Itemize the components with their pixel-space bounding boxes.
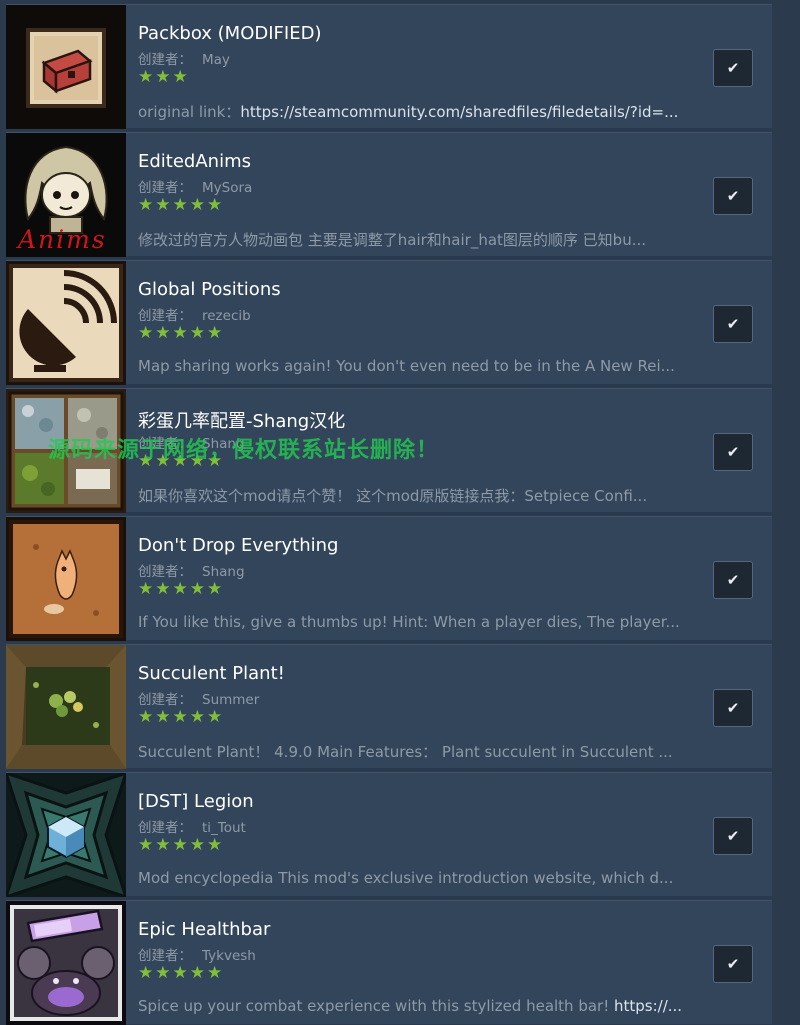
blue-gem-icon [6, 773, 126, 897]
enabled-checkbox[interactable]: ✔ [713, 817, 753, 855]
author-line: 创建者： Summer [138, 688, 259, 708]
mod-row[interactable]: 彩蛋几率配置-Shang汉化 创建者： Shang ★★★★★ 如果你喜欢这个mo… [6, 388, 772, 513]
author-line: 创建者： MySora [138, 176, 252, 196]
rating-stars: ★★★ [138, 67, 190, 87]
anims-character-icon: Anims [6, 133, 126, 257]
setpiece-grid-icon [6, 389, 126, 513]
author-line: 创建者： Shang [138, 560, 245, 580]
rating-stars: ★★★★★ [138, 579, 225, 599]
mod-description: Spice up your combat experience with thi… [138, 997, 700, 1015]
mod-row[interactable]: Epic Healthbar 创建者： Tykvesh ★★★★★ Spice u… [6, 900, 772, 1025]
author-line: 创建者： Tykvesh [138, 944, 256, 964]
enabled-checkbox[interactable]: ✔ [713, 689, 753, 727]
rating-stars: ★★★★★ [138, 835, 225, 855]
description-prefix: Spice up your combat experience with thi… [138, 997, 614, 1015]
mod-row[interactable]: Don't Drop Everything 创建者： Shang ★★★★★ If… [6, 516, 772, 641]
mod-title[interactable]: Global Positions [138, 279, 281, 300]
checkmark-icon: ✔ [726, 443, 740, 461]
succulent-plant-icon [6, 645, 126, 769]
author-name[interactable]: rezecib [202, 308, 251, 324]
checkmark-icon: ✔ [726, 59, 740, 77]
author-prefix: 创建者： [138, 564, 192, 580]
enabled-checkbox[interactable]: ✔ [713, 433, 753, 471]
author-line: 创建者： May [138, 48, 230, 68]
mod-description: Map sharing works again! You don't even … [138, 357, 675, 375]
rating-stars: ★★★★★ [138, 195, 225, 215]
rating-stars: ★★★★★ [138, 707, 225, 727]
mod-description: Mod encyclopedia This mod's exclusive in… [138, 869, 674, 887]
description-link[interactable]: https://... [614, 997, 682, 1015]
checkmark-icon: ✔ [726, 571, 740, 589]
rating-stars: ★★★★★ [138, 323, 225, 343]
monster-healthbar-icon [6, 901, 126, 1025]
author-prefix: 创建者： [138, 436, 192, 452]
mod-title[interactable]: EditedAnims [138, 151, 251, 172]
mod-title[interactable]: Don't Drop Everything [138, 535, 339, 556]
mod-description: Succulent Plant！ 4.9.0 Main Features： Pl… [138, 743, 673, 761]
enabled-checkbox[interactable]: ✔ [713, 177, 753, 215]
checkmark-icon: ✔ [726, 315, 740, 333]
author-prefix: 创建者： [138, 52, 192, 68]
rating-stars: ★★★★★ [138, 963, 225, 983]
mod-row[interactable]: Anims EditedAnims 创建者： MySora ★★★★★ 修改过的官… [6, 132, 772, 257]
checkmark-icon: ✔ [726, 827, 740, 845]
mod-title[interactable]: Packbox (MODIFIED) [138, 23, 321, 44]
author-line: 创建者： ti_Tout [138, 816, 246, 836]
mod-row[interactable]: Packbox (MODIFIED) 创建者： May ★★★ original … [6, 4, 772, 129]
enabled-checkbox[interactable]: ✔ [713, 49, 753, 87]
anims-logo-text: Anims [18, 225, 107, 254]
author-name[interactable]: Shang [202, 436, 245, 452]
satellite-dish-icon [6, 261, 126, 385]
enabled-checkbox[interactable]: ✔ [713, 561, 753, 599]
description-prefix: original link： [138, 103, 241, 121]
mod-row[interactable]: [DST] Legion 创建者： ti_Tout ★★★★★ Mod encyc… [6, 772, 772, 897]
author-prefix: 创建者： [138, 820, 192, 836]
author-prefix: 创建者： [138, 692, 192, 708]
checkmark-icon: ✔ [726, 187, 740, 205]
author-prefix: 创建者： [138, 948, 192, 964]
author-prefix: 创建者： [138, 180, 192, 196]
author-name[interactable]: May [202, 52, 230, 68]
red-chest-icon [6, 5, 126, 129]
author-line: 创建者： Shang [138, 432, 245, 452]
checkmark-icon: ✔ [726, 955, 740, 973]
mod-title[interactable]: Succulent Plant! [138, 663, 285, 684]
mod-title[interactable]: [DST] Legion [138, 791, 254, 812]
mod-row[interactable]: Global Positions 创建者： rezecib ★★★★★ Map s… [6, 260, 772, 385]
author-name[interactable]: Summer [202, 692, 259, 708]
rating-stars: ★★★★★ [138, 451, 225, 471]
mod-list: Packbox (MODIFIED) 创建者： May ★★★ original … [0, 0, 800, 1025]
author-name[interactable]: MySora [202, 180, 252, 196]
mod-description: original link：https://steamcommunity.com… [138, 101, 700, 122]
author-name[interactable]: ti_Tout [202, 820, 246, 836]
description-link[interactable]: https://steamcommunity.com/sharedfiles/f… [240, 103, 678, 121]
author-name[interactable]: Shang [202, 564, 245, 580]
author-line: 创建者： rezecib [138, 304, 251, 324]
mod-row[interactable]: Succulent Plant! 创建者： Summer ★★★★★ Succul… [6, 644, 772, 769]
checkmark-icon: ✔ [726, 699, 740, 717]
mod-description: 如果你喜欢这个mod请点个赞！ 这个mod原版链接点我：Setpiece Con… [138, 487, 648, 505]
enabled-checkbox[interactable]: ✔ [713, 305, 753, 343]
mod-title[interactable]: 彩蛋几率配置-Shang汉化 [138, 407, 345, 433]
mod-title[interactable]: Epic Healthbar [138, 919, 270, 940]
author-name[interactable]: Tykvesh [202, 948, 256, 964]
enabled-checkbox[interactable]: ✔ [713, 945, 753, 983]
author-prefix: 创建者： [138, 308, 192, 324]
mod-description: 修改过的官方人物动画包 主要是调整了hair和hair_hat图层的顺序 已知b… [138, 231, 647, 249]
ghost-icon [6, 517, 126, 641]
mod-description: If You like this, give a thumbs up! Hint… [138, 613, 680, 631]
